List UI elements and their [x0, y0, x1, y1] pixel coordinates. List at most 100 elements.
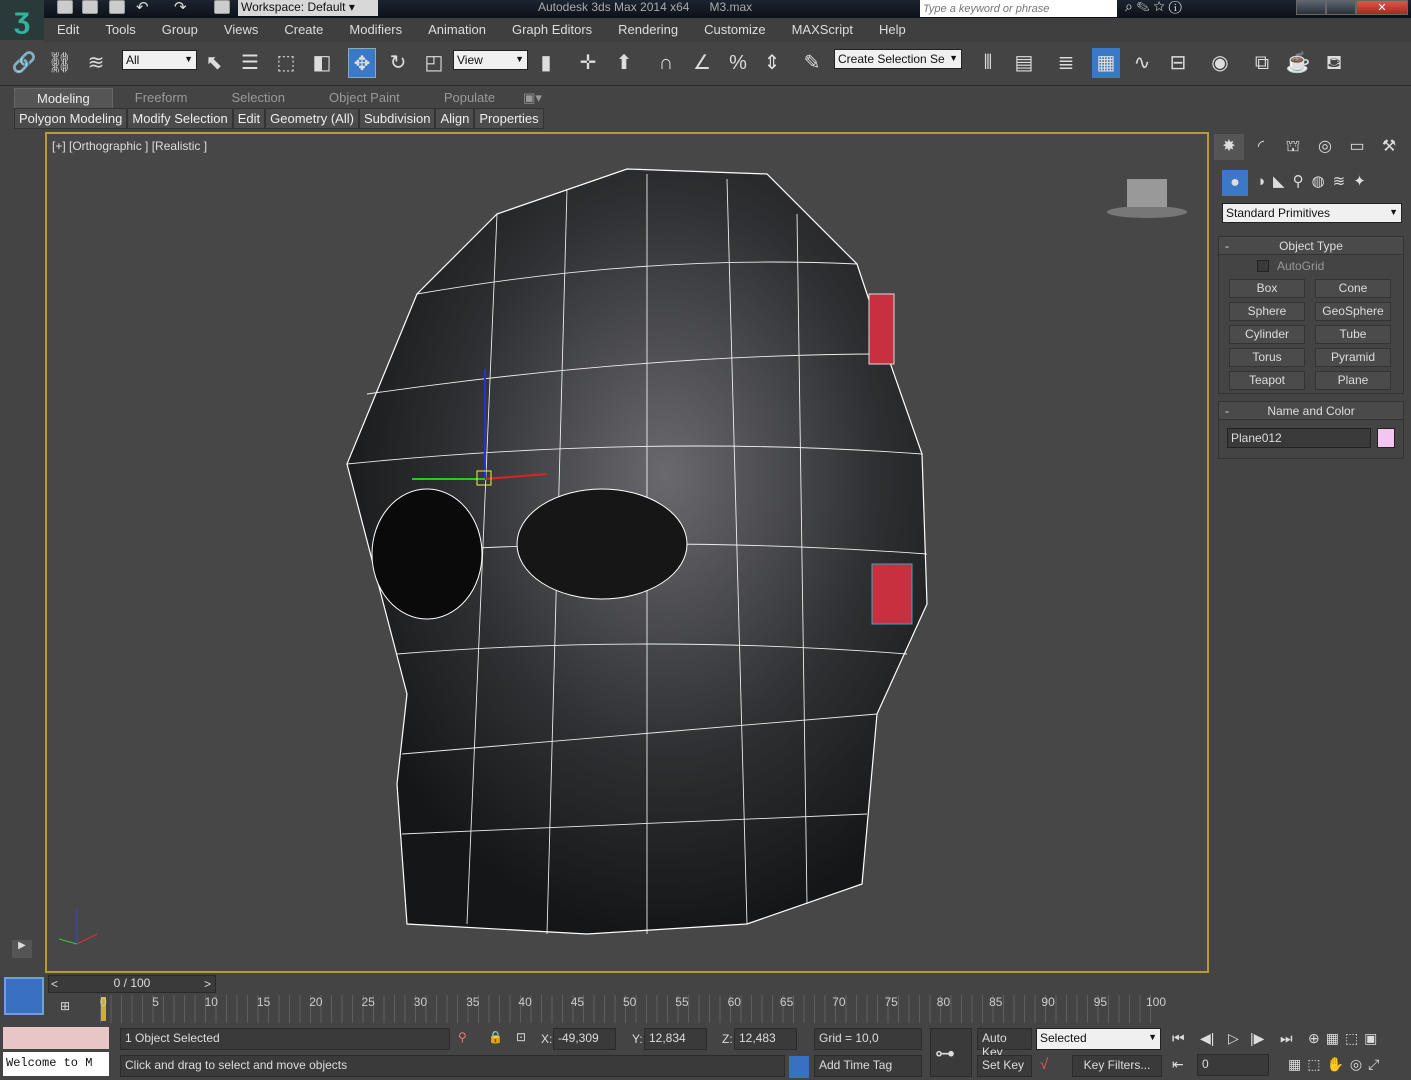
manipulate-icon[interactable]: ✛: [574, 48, 602, 78]
menu-graph-editors[interactable]: Graph Editors: [499, 18, 605, 42]
geometry-icon[interactable]: ●: [1222, 170, 1248, 196]
tube-button[interactable]: Tube: [1315, 325, 1391, 344]
pivot-center-icon[interactable]: ▮: [532, 48, 560, 78]
primitive-category-dropdown[interactable]: Standard Primitives: [1222, 203, 1402, 223]
menu-customize[interactable]: Customize: [691, 18, 778, 42]
select-object-icon[interactable]: ⬉: [200, 48, 228, 78]
reference-coord-dropdown[interactable]: View: [453, 50, 528, 70]
new-file-icon[interactable]: [57, 0, 73, 14]
tab-object-paint[interactable]: Object Paint: [307, 88, 422, 108]
select-rotate-icon[interactable]: ↻: [384, 48, 412, 78]
go-to-end-icon[interactable]: ⏭: [1280, 1030, 1293, 1047]
schematic-view-icon[interactable]: ⊟: [1164, 48, 1192, 78]
maximize-button[interactable]: [1326, 0, 1356, 15]
next-frame-icon[interactable]: >: [204, 977, 211, 991]
percent-snap-icon[interactable]: %: [724, 48, 752, 78]
display-tab-icon[interactable]: ▭: [1342, 134, 1372, 160]
save-icon[interactable]: [109, 0, 125, 14]
link-icon[interactable]: 🔗: [10, 48, 38, 78]
time-tag-icon[interactable]: [789, 1056, 809, 1078]
menu-group[interactable]: Group: [149, 18, 211, 42]
project-folder-icon[interactable]: [214, 0, 230, 14]
z-coordinate-input[interactable]: 12,483: [734, 1028, 797, 1050]
create-category-icons[interactable]: ◑◣⚲◍≋✦: [1256, 172, 1374, 190]
name-color-header[interactable]: - Name and Color: [1219, 402, 1403, 420]
panel-properties[interactable]: Properties: [474, 108, 544, 129]
scene-explorer-icon[interactable]: ▦: [1092, 48, 1120, 78]
motion-tab-icon[interactable]: ◎: [1310, 134, 1340, 160]
minimize-button[interactable]: [1296, 0, 1326, 15]
rendered-frame-icon[interactable]: ☕: [1284, 48, 1312, 78]
menu-maxscript[interactable]: MAXScript: [779, 18, 866, 42]
keyboard-shortcut-icon[interactable]: ⬆: [610, 48, 638, 78]
workspace-dropdown[interactable]: Workspace: Default ▾: [238, 0, 378, 16]
prev-frame-icon[interactable]: <: [51, 977, 58, 991]
selection-filter-dropdown[interactable]: All: [122, 50, 197, 70]
bind-space-warp-icon[interactable]: ≋: [82, 48, 110, 78]
tab-modeling[interactable]: Modeling: [14, 88, 113, 108]
layer-manager-icon[interactable]: ≣: [1052, 48, 1080, 78]
key-tangent-icon[interactable]: √: [1040, 1056, 1048, 1073]
menu-modifiers[interactable]: Modifiers: [336, 18, 415, 42]
redo-icon[interactable]: ↷: [174, 0, 187, 16]
select-scale-icon[interactable]: ◰: [420, 48, 448, 78]
autogrid-checkbox[interactable]: [1257, 260, 1269, 272]
unlink-icon[interactable]: ⛓: [46, 48, 74, 78]
tab-freeform[interactable]: Freeform: [113, 88, 210, 108]
menu-help[interactable]: Help: [866, 18, 919, 42]
torus-button[interactable]: Torus: [1229, 348, 1305, 367]
menu-views[interactable]: Views: [211, 18, 271, 42]
utilities-tab-icon[interactable]: ⚒: [1374, 134, 1404, 160]
menu-tools[interactable]: Tools: [92, 18, 148, 42]
edit-named-selection-icon[interactable]: ✎: [798, 48, 826, 78]
menu-animation[interactable]: Animation: [415, 18, 499, 42]
rectangular-selection-icon[interactable]: ⬚: [272, 48, 300, 78]
y-coordinate-input[interactable]: 12,834: [644, 1028, 707, 1050]
key-mode-toggle-icon[interactable]: ⇤: [1172, 1056, 1184, 1073]
auto-key-button[interactable]: Auto Key: [977, 1028, 1032, 1059]
undo-icon[interactable]: ↶: [136, 0, 149, 16]
snaps-toggle-icon[interactable]: ∩: [652, 48, 680, 78]
modify-tab-icon[interactable]: ◜: [1246, 134, 1276, 160]
cylinder-button[interactable]: Cylinder: [1229, 325, 1305, 344]
select-move-icon[interactable]: ✥: [348, 48, 376, 78]
viewport-nav-icons-top[interactable]: ⊕▦⬚▣: [1308, 1030, 1383, 1047]
play-icon[interactable]: ▷: [1228, 1030, 1239, 1047]
viewport-perspective[interactable]: [+] [Orthographic ] [Realistic ]: [45, 132, 1209, 973]
current-frame-input[interactable]: 0: [1197, 1054, 1269, 1076]
key-mode-dropdown[interactable]: Selected: [1036, 1028, 1161, 1050]
object-type-header[interactable]: - Object Type: [1219, 237, 1403, 255]
open-file-icon[interactable]: [82, 0, 98, 14]
panel-subdivision[interactable]: Subdivision: [358, 108, 436, 129]
close-button[interactable]: ✕: [1356, 0, 1408, 15]
x-coordinate-input[interactable]: -49,309: [553, 1028, 616, 1050]
named-selection-dropdown[interactable]: Create Selection Se: [834, 49, 962, 69]
mirror-icon[interactable]: ⫴: [974, 48, 1002, 78]
sphere-button[interactable]: Sphere: [1229, 302, 1305, 321]
selection-lock-icon[interactable]: 🔒: [488, 1030, 503, 1044]
add-time-tag-button[interactable]: Add Time Tag: [814, 1055, 922, 1077]
maxscript-listener-input[interactable]: Welcome to M: [3, 1052, 109, 1076]
spinner-snap-icon[interactable]: ⇕: [758, 48, 786, 78]
render-setup-icon[interactable]: ⧉: [1248, 48, 1276, 78]
render-production-icon[interactable]: ⛾: [1320, 48, 1348, 78]
teapot-button[interactable]: Teapot: [1229, 371, 1305, 390]
menu-rendering[interactable]: Rendering: [605, 18, 691, 42]
angle-snap-icon[interactable]: ∠: [688, 48, 716, 78]
infocenter-icons[interactable]: ⌕ ✎ ☆ ⓘ: [1125, 0, 1182, 15]
cone-button[interactable]: Cone: [1315, 279, 1391, 298]
next-frame-button-icon[interactable]: |▶: [1250, 1030, 1264, 1047]
object-color-swatch[interactable]: [1377, 428, 1395, 448]
plane-button[interactable]: Plane: [1315, 371, 1391, 390]
ribbon-options-icon[interactable]: ▣▾: [517, 88, 548, 108]
panel-align[interactable]: Align: [435, 108, 475, 129]
material-editor-icon[interactable]: ◉: [1206, 48, 1234, 78]
key-filters-button[interactable]: Key Filters...: [1072, 1055, 1162, 1077]
panel-polygon-modeling[interactable]: Polygon Modeling: [14, 108, 128, 129]
track-bar-filter-icon[interactable]: ⊞: [60, 999, 70, 1013]
object-name-input[interactable]: [1227, 428, 1371, 448]
expand-viewport-layout-icon[interactable]: ▶: [12, 940, 32, 958]
menu-create[interactable]: Create: [271, 18, 336, 42]
geosphere-button[interactable]: GeoSphere: [1315, 302, 1391, 321]
isolate-selection-icon[interactable]: ⚲: [458, 1030, 467, 1044]
